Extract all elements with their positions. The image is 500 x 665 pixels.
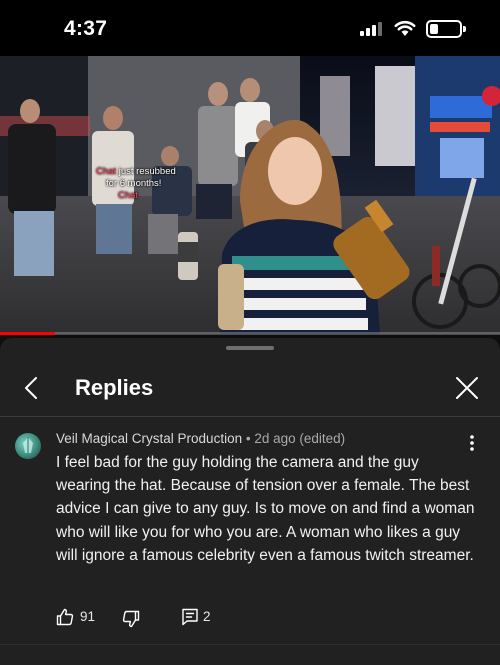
like-icon[interactable] [56,608,74,626]
avatar-image [23,437,33,453]
like-count: 91 [80,609,96,624]
back-arrow-icon[interactable] [20,376,44,400]
close-icon[interactable] [455,376,479,400]
avatar[interactable] [15,433,41,459]
video-player[interactable]: Chat just resubbed for 6 months! Chat [0,56,500,334]
video-progress-fill [0,332,55,335]
battery-icon [426,20,466,38]
comment-author[interactable]: Veil Magical Crystal Production [56,431,242,446]
dislike-icon[interactable] [122,610,140,628]
overlay-line-2: for 6 months! [106,178,162,189]
header-divider [0,416,500,417]
comment-thread-item: Veil Magical Crystal Production • 2d ago… [0,423,500,633]
overlay-line-1: Chat just resubbed [96,166,176,177]
chat-overlay: Chat just resubbed for 6 months! Chat [96,166,176,202]
status-time: 4:37 [64,17,108,40]
more-options-icon[interactable] [464,433,480,453]
bottom-divider [0,644,500,645]
video-frame [0,56,500,334]
wifi-icon [394,20,416,36]
comment-time: 2d ago (edited) [254,431,346,446]
reply-count: 2 [203,609,211,624]
comment-meta: Veil Magical Crystal Production • 2d ago… [56,431,345,446]
sheet-header: Replies [0,358,500,416]
comment-text: I feel bad for the guy holding the camer… [56,454,475,564]
comment-actions: 91 2 [56,606,276,630]
status-bar: 4:37 [0,0,500,56]
meta-separator: • [242,431,255,446]
video-progress-bar[interactable] [0,332,500,335]
drag-handle[interactable] [226,346,274,350]
replies-sheet: Replies Veil Magical Crystal Production … [0,338,500,665]
reply-comment-icon[interactable] [181,608,199,626]
signal-icon [360,22,384,36]
overlay-line-3: Chat [118,190,139,201]
sheet-title: Replies [75,375,154,400]
